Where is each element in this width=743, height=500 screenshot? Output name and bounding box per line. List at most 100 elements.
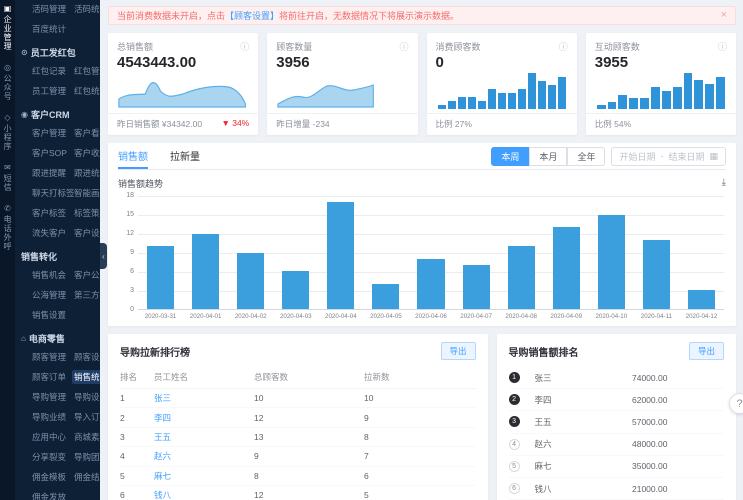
employee-name-link[interactable]: 赵六 xyxy=(154,450,254,462)
sales-amount-cell: 62000.00 xyxy=(632,395,724,405)
card-interactive-customers: 互动顾客数ⓘ 3955 比例 54% xyxy=(586,33,736,135)
ranking-row: 导购拉新排行榜 导出 排名员工姓名总顾客数拉新数 1张三10102李四1293王… xyxy=(108,334,736,500)
menu-item-商城素材[interactable]: 商城素材 xyxy=(74,431,100,443)
x-tick-label: 2020-04-02 xyxy=(228,313,273,320)
employee-name-link[interactable]: 王五 xyxy=(154,431,254,443)
menu-item-佣金模板[interactable]: 佣金模板 xyxy=(32,471,74,483)
export-button[interactable]: 导出 xyxy=(441,342,476,360)
menu-item-员工管理[interactable]: 员工管理 xyxy=(32,85,74,97)
section-icon: ⌂ xyxy=(21,334,26,343)
spark-bar xyxy=(468,97,476,109)
menu-item-百度统计[interactable]: 百度统计 xyxy=(32,23,74,35)
menu-item-应用中心[interactable]: 应用中心 xyxy=(32,431,74,443)
menu-item-第三方接入[interactable]: 第三方接入 xyxy=(74,289,100,301)
menu-item-标签策略[interactable]: 标签策略 xyxy=(74,207,100,219)
x-tick-label: 2020-04-11 xyxy=(634,313,679,320)
spark-bar xyxy=(498,93,506,109)
menu-item-客户公海[interactable]: 客户公海 xyxy=(74,269,100,281)
rail-item-短信[interactable]: ✉短信 xyxy=(3,164,12,192)
menu-item-聊天打标签[interactable]: 聊天打标签 xyxy=(32,187,74,199)
menu-item-流失客户[interactable]: 流失客户 xyxy=(32,227,74,239)
bar-column xyxy=(363,196,408,309)
employee-name-link[interactable]: 钱八 xyxy=(154,489,254,500)
bar-2020-04-09[interactable] xyxy=(553,227,580,309)
sales-amount-cell: 57000.00 xyxy=(632,417,724,427)
bar-2020-04-06[interactable] xyxy=(417,259,444,309)
sidebar-collapse-handle[interactable]: ‹ xyxy=(100,243,107,269)
menu-item-分享裂变[interactable]: 分享裂变 xyxy=(32,451,74,463)
info-icon[interactable]: ⓘ xyxy=(399,40,408,53)
menu-item-红包管理[interactable]: 红包管理 xyxy=(74,65,100,77)
menu-item-顾客管理[interactable]: 顾客管理 xyxy=(32,351,74,363)
table-row: 6钱八21000.00 xyxy=(509,478,724,500)
download-icon[interactable]: ⤓ xyxy=(722,177,726,188)
menu-item-智能画像[interactable]: 智能画像 xyxy=(74,187,100,199)
menu-item-导购管理[interactable]: 导购管理 xyxy=(32,391,74,403)
range-year-button[interactable]: 全年 xyxy=(567,147,605,166)
sales-amount-cell: 48000.00 xyxy=(632,439,724,449)
menu-item-佣金结算[interactable]: 佣金结算 xyxy=(74,471,100,483)
bar-2020-04-05[interactable] xyxy=(372,284,399,309)
employee-name-link[interactable]: 李四 xyxy=(154,412,254,424)
export-button[interactable]: 导出 xyxy=(689,342,724,360)
bar-2020-04-08[interactable] xyxy=(508,246,535,309)
tab-new-customers[interactable]: 拉新量 xyxy=(170,143,200,169)
menu-item-红包统计[interactable]: 红包统计 xyxy=(74,85,100,97)
menu-item-客户管理[interactable]: 客户管理 xyxy=(32,127,74,139)
bar-2020-04-07[interactable] xyxy=(463,265,490,309)
date-range-picker[interactable]: 开始日期 - 结束日期 ▦ xyxy=(611,147,726,166)
menu-item-客户看板[interactable]: 客户看板 xyxy=(74,127,100,139)
rail-item-小程序[interactable]: ◇小程序 xyxy=(3,114,12,151)
menu-item-顾客设置[interactable]: 顾客设置 xyxy=(74,351,100,363)
menu-item-红包记录[interactable]: 红包记录 xyxy=(32,65,74,77)
y-tick-label: 6 xyxy=(118,268,134,275)
menu-item-活码管理[interactable]: 活码管理 xyxy=(32,3,74,15)
info-icon[interactable]: ⓘ xyxy=(718,40,727,53)
menu-item-佣金发放[interactable]: 佣金发放 xyxy=(32,491,74,500)
spark-bar xyxy=(538,81,546,109)
menu-item-顾客订单[interactable]: 顾客订单 xyxy=(32,371,74,383)
bar-2020-04-04[interactable] xyxy=(327,202,354,309)
menu-row: 百度统计 xyxy=(15,23,100,35)
tab-sales[interactable]: 销售额 xyxy=(118,143,148,169)
menu-row: 销售机会客户公海 xyxy=(15,269,100,281)
alert-settings-link[interactable]: 【顾客设置】 xyxy=(225,9,279,22)
menu-item-客户标签[interactable]: 客户标签 xyxy=(32,207,74,219)
menu-item-跟进提醒[interactable]: 跟进提醒 xyxy=(32,167,74,179)
range-week-button[interactable]: 本周 xyxy=(491,147,529,166)
menu-item-销售统计[interactable]: 销售统计 xyxy=(72,370,100,384)
employee-name-link[interactable]: 张三 xyxy=(154,392,254,404)
bar-2020-04-01[interactable] xyxy=(192,234,219,309)
range-month-button[interactable]: 本月 xyxy=(529,147,567,166)
bar-2020-04-12[interactable] xyxy=(688,290,715,309)
menu-item-销售机会[interactable]: 销售机会 xyxy=(32,269,74,281)
menu-item-活码统计[interactable]: 活码统计 xyxy=(74,3,100,15)
help-icon[interactable]: ? xyxy=(729,393,743,414)
employee-name-link[interactable]: 麻七 xyxy=(154,470,254,482)
info-icon[interactable]: ⓘ xyxy=(240,40,249,53)
close-icon[interactable]: × xyxy=(721,10,727,21)
menu-item-跟进统计[interactable]: 跟进统计 xyxy=(74,167,100,179)
menu-item-客户收入分配[interactable]: 客户收入分配 xyxy=(74,147,100,159)
menu-item-导购团队[interactable]: 导购团队 xyxy=(74,451,100,463)
menu-item-客户SOP[interactable]: 客户SOP xyxy=(32,147,74,159)
menu-item-导入订单[interactable]: 导入订单 xyxy=(74,411,100,423)
bar-2020-04-10[interactable] xyxy=(598,215,625,309)
menu-item-销售设置[interactable]: 销售设置 xyxy=(32,309,74,321)
bar-2020-04-03[interactable] xyxy=(282,271,309,309)
menu-item-导购业绩[interactable]: 导购业绩 xyxy=(32,411,74,423)
menu-item-公海管理[interactable]: 公海管理 xyxy=(32,289,74,301)
rail-item-企业管理[interactable]: ▣企业管理 xyxy=(3,5,12,51)
menu-item-导购设置[interactable]: 导购设置 xyxy=(74,391,100,403)
rail-item-公众号[interactable]: ◎公众号 xyxy=(3,64,12,101)
rail-item-电话外呼[interactable]: ✆电话外呼 xyxy=(3,205,12,251)
bar-2020-03-31[interactable] xyxy=(147,246,174,309)
menu-item-客户设置[interactable]: 客户设置 xyxy=(74,227,100,239)
new-customers-cell: 6 xyxy=(364,471,476,481)
employee-name-cell: 李四 xyxy=(535,394,632,406)
info-icon[interactable]: ⓘ xyxy=(559,40,568,53)
rail-item-label: 企业管理 xyxy=(3,15,12,51)
bar-2020-04-11[interactable] xyxy=(643,240,670,309)
bar-2020-04-02[interactable] xyxy=(237,253,264,310)
y-tick-label: 9 xyxy=(118,249,134,256)
